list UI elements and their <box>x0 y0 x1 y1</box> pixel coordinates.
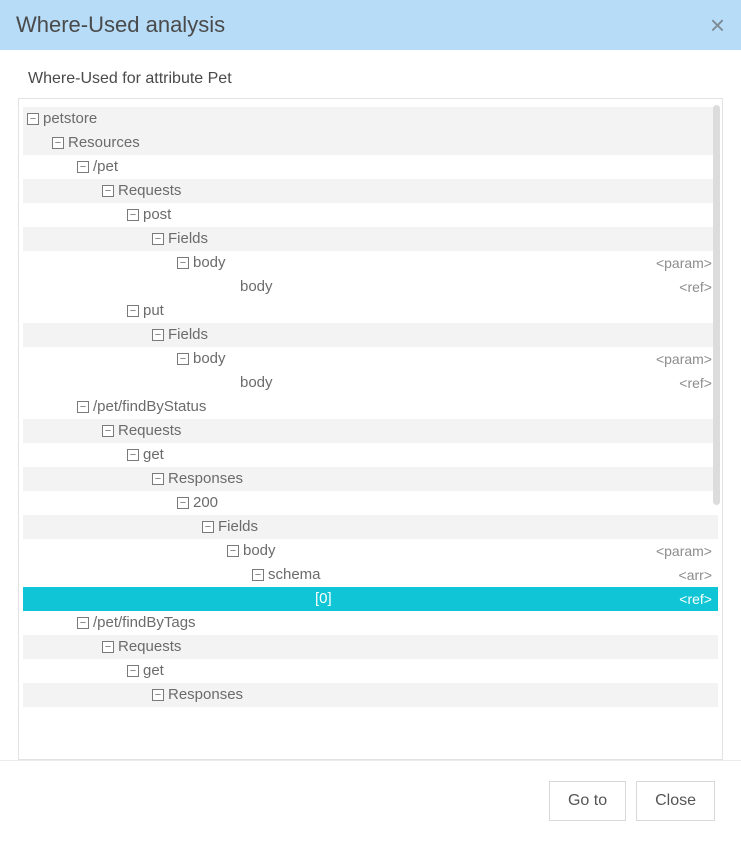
collapse-icon[interactable]: − <box>202 521 214 533</box>
tree-node-label: put <box>143 299 164 323</box>
tree-row[interactable]: −Resources <box>23 131 718 155</box>
collapse-icon[interactable]: − <box>152 329 164 341</box>
tree-row[interactable]: −body<ref> <box>23 275 718 299</box>
tree-row[interactable]: −body <param> <box>23 347 718 371</box>
tree-row[interactable]: −/pet <box>23 155 718 179</box>
tree-row[interactable]: −Fields <box>23 515 718 539</box>
close-icon[interactable]: × <box>710 12 725 38</box>
collapse-icon[interactable]: − <box>127 665 139 677</box>
tree-node-label: body <box>193 251 226 275</box>
tree-node-label: Fields <box>168 227 208 251</box>
type-badge: <param> <box>656 251 718 275</box>
close-button[interactable]: Close <box>636 781 715 821</box>
tree-row[interactable]: −Requests <box>23 179 718 203</box>
tree-node-label: post <box>143 203 171 227</box>
tree-row[interactable]: −body<ref> <box>23 371 718 395</box>
tree-node-label: body <box>240 275 273 299</box>
dialog-subtitle: Where-Used for attribute Pet <box>0 50 741 98</box>
tree-row[interactable]: −/pet/findByStatus <box>23 395 718 419</box>
collapse-icon[interactable]: − <box>227 545 239 557</box>
collapse-icon[interactable]: − <box>127 449 139 461</box>
tree-row[interactable]: −get <box>23 659 718 683</box>
tree-node-label: get <box>143 443 164 467</box>
tree-node-label: [0] <box>315 587 332 611</box>
dialog-header: Where-Used analysis × <box>0 0 741 50</box>
tree-node-label: Requests <box>118 179 181 203</box>
tree-row[interactable]: −Fields <box>23 227 718 251</box>
tree-row[interactable]: −body <param> <box>23 539 718 563</box>
type-badge: <param> <box>656 539 718 563</box>
tree-node-label: /pet/findByTags <box>93 611 196 635</box>
collapse-icon[interactable]: − <box>102 641 114 653</box>
tree-row[interactable]: −schema <arr> <box>23 563 718 587</box>
tree-row[interactable]: −/pet/findByTags <box>23 611 718 635</box>
scrollbar[interactable] <box>713 105 720 505</box>
tree-node-label: /pet/findByStatus <box>93 395 206 419</box>
collapse-icon[interactable]: − <box>177 257 189 269</box>
tree-node-label: body <box>240 371 273 395</box>
tree-row[interactable]: −Fields <box>23 323 718 347</box>
tree-node-label: body <box>193 347 226 371</box>
collapse-icon[interactable]: − <box>52 137 64 149</box>
collapse-icon[interactable]: − <box>77 617 89 629</box>
collapse-icon[interactable]: − <box>102 185 114 197</box>
tree-node-label: Requests <box>118 635 181 659</box>
collapse-icon[interactable]: − <box>77 161 89 173</box>
tree-row[interactable]: −200 <box>23 491 718 515</box>
collapse-icon[interactable]: − <box>152 689 164 701</box>
tree-node-label: 200 <box>193 491 218 515</box>
collapse-icon[interactable]: − <box>102 425 114 437</box>
tree-row[interactable]: −petstore <box>23 107 718 131</box>
dialog-title: Where-Used analysis <box>16 12 225 38</box>
tree-node-label: petstore <box>43 107 97 131</box>
collapse-icon[interactable]: − <box>127 209 139 221</box>
collapse-icon[interactable]: − <box>152 473 164 485</box>
tree-node-label: Responses <box>168 467 243 491</box>
tree-node-label: schema <box>268 563 321 587</box>
collapse-icon[interactable]: − <box>177 353 189 365</box>
type-badge: <param> <box>656 347 718 371</box>
tree-row[interactable]: −[0]<ref> <box>23 587 718 611</box>
tree-row[interactable]: −post <box>23 203 718 227</box>
collapse-icon[interactable]: − <box>252 569 264 581</box>
tree-node-label: Fields <box>218 515 258 539</box>
tree[interactable]: −petstore−Resources−/pet−Requests−post−F… <box>19 99 722 759</box>
tree-container: −petstore−Resources−/pet−Requests−post−F… <box>18 98 723 760</box>
type-badge: <ref> <box>679 587 718 611</box>
tree-node-label: Fields <box>168 323 208 347</box>
tree-row[interactable]: −Requests <box>23 635 718 659</box>
tree-node-label: Responses <box>168 683 243 707</box>
collapse-icon[interactable]: − <box>152 233 164 245</box>
tree-row[interactable]: −body <param> <box>23 251 718 275</box>
tree-node-label: Requests <box>118 419 181 443</box>
tree-row[interactable]: −put <box>23 299 718 323</box>
tree-row[interactable]: −Responses <box>23 467 718 491</box>
dialog-footer: Go to Close <box>0 760 741 841</box>
type-badge: <arr> <box>679 563 718 587</box>
collapse-icon[interactable]: − <box>27 113 39 125</box>
collapse-icon[interactable]: − <box>177 497 189 509</box>
goto-button[interactable]: Go to <box>549 781 626 821</box>
tree-node-label: Resources <box>68 131 140 155</box>
tree-node-label: /pet <box>93 155 118 179</box>
tree-row[interactable]: −Responses <box>23 683 718 707</box>
tree-row[interactable]: −get <box>23 443 718 467</box>
collapse-icon[interactable]: − <box>77 401 89 413</box>
collapse-icon[interactable]: − <box>127 305 139 317</box>
tree-row[interactable]: −Requests <box>23 419 718 443</box>
tree-node-label: get <box>143 659 164 683</box>
tree-node-label: body <box>243 539 276 563</box>
